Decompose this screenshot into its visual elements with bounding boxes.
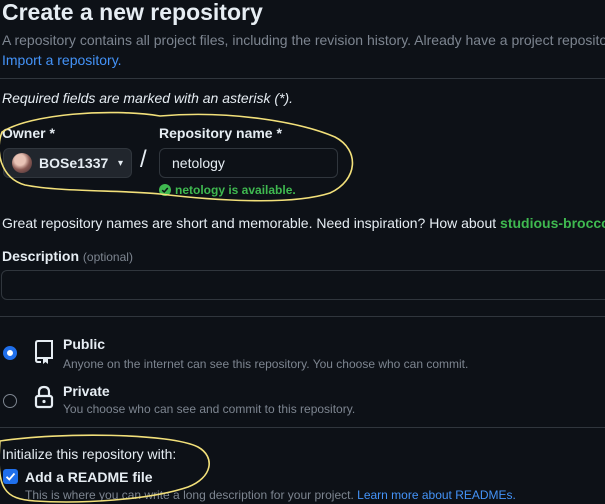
page-subtitle: A repository contains all project files,… — [2, 32, 605, 48]
visibility-public-title[interactable]: Public — [63, 336, 105, 352]
check-circle-icon — [159, 184, 171, 196]
availability-text: netology is available. — [175, 183, 296, 197]
name-suggestion-hint: Great repository names are short and mem… — [2, 215, 605, 231]
required-fields-note: Required fields are marked with an aster… — [2, 90, 294, 106]
description-label: Description (optional) — [2, 248, 133, 264]
availability-status: netology is available. — [159, 183, 296, 197]
divider — [0, 78, 605, 79]
divider — [0, 427, 605, 428]
visibility-private-desc: You choose who can see and commit to thi… — [63, 402, 356, 416]
repository-name-input[interactable] — [159, 148, 338, 178]
caret-down-icon: ▾ — [117, 157, 123, 169]
owner-label: Owner * — [2, 125, 55, 141]
name-suggestion-link[interactable]: studious-broccoli — [500, 215, 605, 231]
visibility-private-title[interactable]: Private — [63, 383, 110, 399]
readme-label[interactable]: Add a README file — [25, 469, 153, 485]
owner-dropdown[interactable]: BOSe1337 ▾ — [3, 148, 132, 178]
checkmark-icon — [5, 472, 16, 481]
owner-repo-separator: / — [140, 146, 147, 173]
repo-icon — [33, 340, 55, 369]
radio-public[interactable] — [3, 346, 17, 360]
learn-more-readmes-link[interactable]: Learn more about READMEs. — [357, 488, 516, 502]
lock-icon — [34, 385, 54, 414]
avatar — [12, 153, 32, 173]
subtitle-text: A repository contains all project files,… — [2, 32, 605, 48]
owner-value: BOSe1337 — [39, 155, 109, 171]
radio-private[interactable] — [3, 394, 17, 408]
readme-checkbox[interactable] — [3, 469, 18, 484]
description-input[interactable] — [1, 270, 605, 300]
description-label-text: Description — [2, 248, 80, 264]
optional-tag: (optional) — [82, 250, 133, 264]
import-repository-link[interactable]: Import a repository. — [2, 52, 122, 68]
repository-name-label: Repository name * — [159, 125, 282, 141]
readme-description: This is where you can write a long descr… — [25, 488, 516, 502]
page-title: Create a new repository — [2, 0, 263, 25]
visibility-public-desc: Anyone on the internet can see this repo… — [63, 357, 469, 371]
divider — [0, 316, 605, 317]
hint-text: Great repository names are short and mem… — [2, 215, 501, 231]
initialize-heading: Initialize this repository with: — [2, 446, 177, 462]
readme-desc-text: This is where you can write a long descr… — [25, 488, 358, 502]
